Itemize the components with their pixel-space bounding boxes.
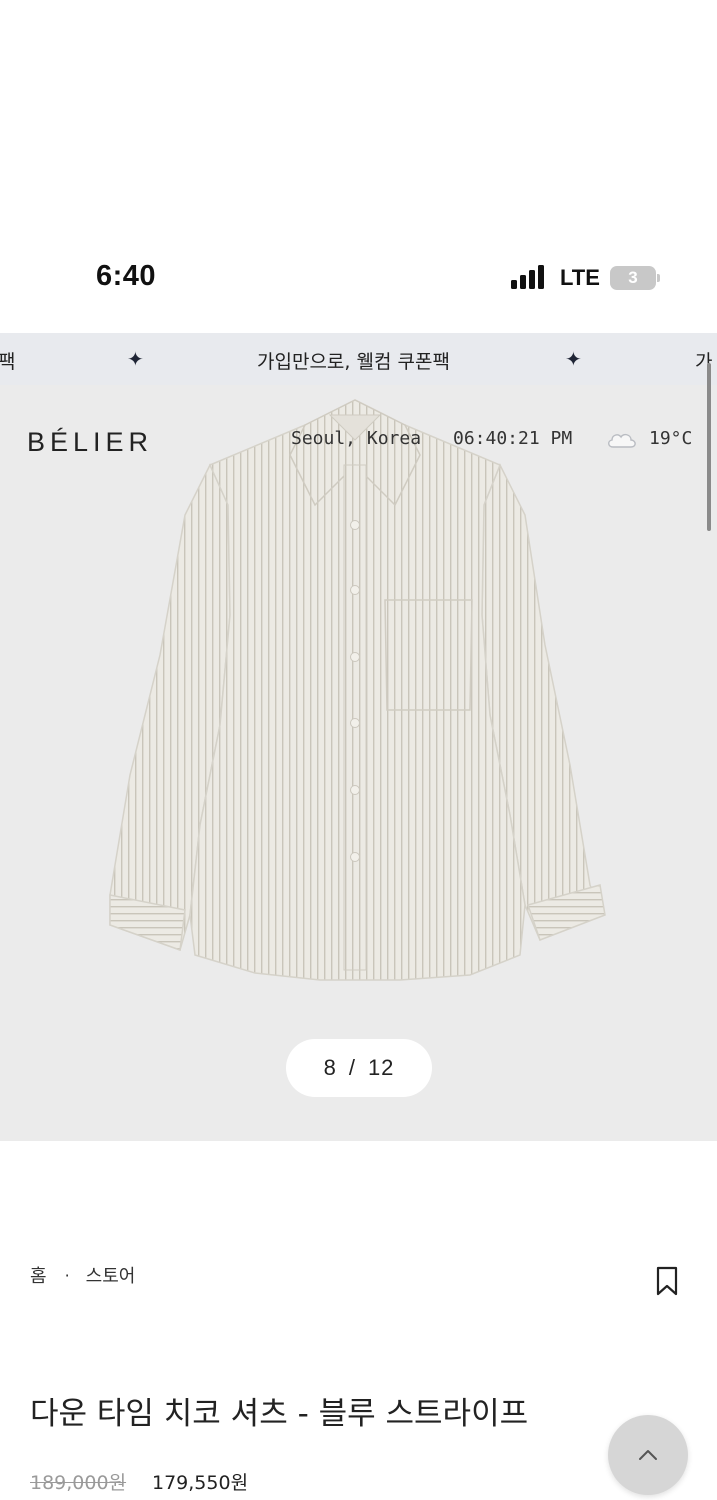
image-pager: 8 / 12 [286, 1039, 432, 1097]
product-title: 다운 타임 치코 셔츠 - 블루 스트라이프 [30, 1396, 529, 1432]
breadcrumb-store[interactable]: 스토어 [86, 1262, 136, 1288]
sale-price: 179,550원 [152, 1472, 249, 1494]
breadcrumb: 홈 · 스토어 [30, 1262, 135, 1288]
pager-separator: / [348, 1055, 356, 1080]
announcement-banner[interactable]: 팩 ✦ 가입만으로, 웰컴 쿠폰팩 ✦ 가 [0, 333, 717, 385]
brand-logo[interactable]: BÉLIER [27, 427, 153, 458]
status-time: 6:40 [96, 260, 157, 292]
temperature: 19°C [649, 428, 693, 449]
cloud-icon [608, 433, 636, 448]
signal-icon [511, 265, 544, 289]
original-price: 189,000원 [30, 1472, 127, 1494]
announcement-text-partial: 팩 [0, 351, 16, 373]
battery-icon: 3 [610, 264, 662, 292]
announcement-text[interactable]: 가입만으로, 웰컴 쿠폰팩 [257, 347, 450, 374]
bookmark-icon[interactable] [653, 1265, 681, 1297]
sparkle-icon: ✦ [127, 347, 144, 371]
header-time: 06:40:21 PM [453, 428, 573, 449]
pager-current: 8 [323, 1055, 337, 1080]
scrollbar[interactable] [707, 363, 711, 531]
battery-level: 3 [628, 268, 638, 287]
product-gallery[interactable]: 팩 ✦ 가입만으로, 웰컴 쿠폰팩 ✦ 가 BÉLIER Seoul, Kore… [0, 333, 717, 1141]
header-location: Seoul, Korea [291, 428, 422, 449]
breadcrumb-home[interactable]: 홈 [30, 1262, 47, 1288]
product-image[interactable] [100, 395, 612, 995]
breadcrumb-separator: · [64, 1265, 70, 1285]
sparkle-icon: ✦ [565, 347, 582, 371]
chevron-up-icon [639, 1450, 657, 1460]
pager-total: 12 [367, 1055, 395, 1080]
status-bar: 6:40 LTE 3 [0, 250, 717, 308]
scroll-to-top-button[interactable] [608, 1415, 688, 1495]
network-label: LTE [560, 265, 600, 290]
